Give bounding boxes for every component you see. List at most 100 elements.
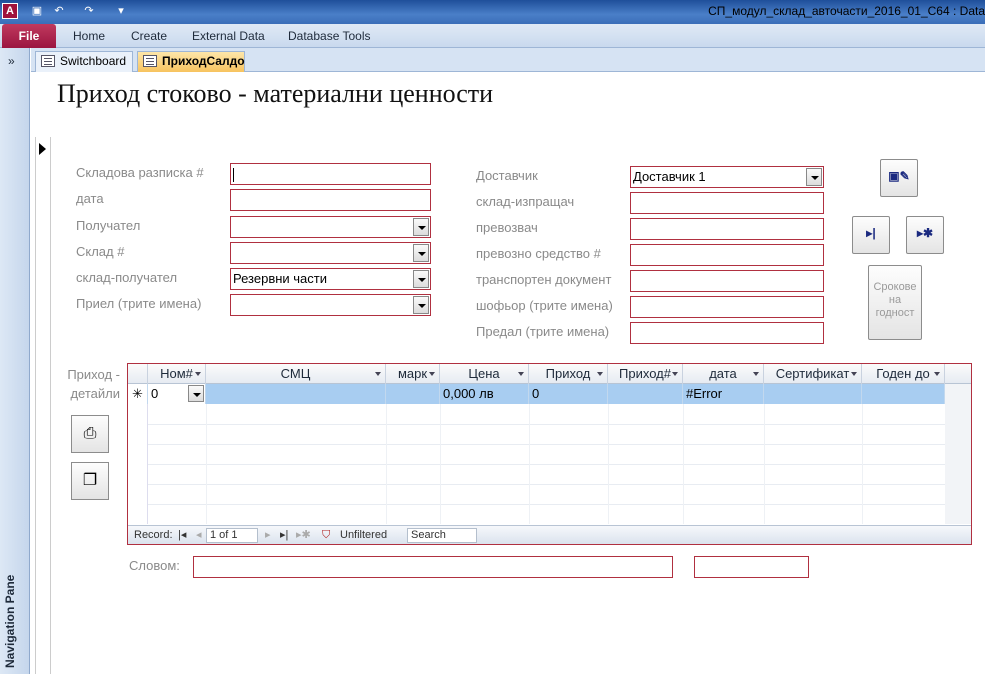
column-header-valid-until[interactable]: Годен до <box>862 364 945 384</box>
tab-database-tools[interactable]: Database Tools <box>288 24 371 48</box>
next-record-button[interactable]: ▸| <box>852 216 890 254</box>
handed-over-by-input[interactable] <box>630 322 824 344</box>
recipient-combo[interactable] <box>230 216 431 238</box>
valid-until-cell[interactable] <box>862 384 945 404</box>
dropdown-arrow-icon[interactable] <box>413 244 429 262</box>
last-record-icon[interactable]: ▸| <box>280 526 288 544</box>
dropdown-arrow-icon[interactable] <box>806 168 822 186</box>
customize-toolbar-icon[interactable]: ▾ <box>114 4 128 18</box>
previous-record-icon[interactable]: ◂ <box>196 526 202 544</box>
price-cell[interactable]: 0,000 лв <box>440 384 529 404</box>
column-header-mark[interactable]: марк <box>386 364 440 384</box>
grid-line <box>386 404 387 524</box>
smc-cell[interactable] <box>206 384 386 404</box>
expand-nav-pane-icon[interactable]: » <box>8 54 15 68</box>
expiry-dates-button[interactable]: Срокове на годност <box>868 265 922 340</box>
tab-external-data[interactable]: External Data <box>192 24 265 48</box>
column-header-smc[interactable]: СМЦ <box>206 364 386 384</box>
mark-cell[interactable] <box>386 384 440 404</box>
carrier-label: превозвач <box>476 220 538 235</box>
column-header-nom[interactable]: Ном# <box>148 364 206 384</box>
column-header-date[interactable]: дата <box>683 364 764 384</box>
current-record-icon <box>39 143 46 155</box>
vehicle-number-input[interactable] <box>630 244 824 266</box>
access-app-icon[interactable]: A <box>2 3 18 19</box>
income-cell[interactable]: 0 <box>529 384 608 404</box>
sort-arrow-icon[interactable] <box>597 372 603 376</box>
receipt-number-input[interactable] <box>230 163 431 185</box>
grid-line <box>148 464 971 465</box>
column-header-income-no[interactable]: Приход# <box>608 364 683 384</box>
next-record-icon: ▸| <box>866 226 876 240</box>
unfiltered-toggle[interactable]: Unfiltered <box>340 526 387 544</box>
search-input[interactable]: Search <box>407 528 477 543</box>
in-words-input[interactable] <box>193 556 673 578</box>
undo-icon[interactable]: ↶ <box>52 4 66 18</box>
transport-document-input[interactable] <box>630 270 824 292</box>
nom-combo[interactable]: 0 <box>148 384 206 404</box>
sort-arrow-icon[interactable] <box>429 372 435 376</box>
redo-icon[interactable]: ↷ <box>82 4 96 18</box>
sort-arrow-icon[interactable] <box>934 372 940 376</box>
sort-arrow-icon[interactable] <box>851 372 857 376</box>
dropdown-arrow-icon[interactable] <box>413 296 429 314</box>
current-record-input[interactable]: 1 of 1 <box>206 528 258 543</box>
navigation-pane-label[interactable]: Navigation Pane <box>3 548 17 668</box>
new-record-button[interactable]: ▸✱ <box>906 216 944 254</box>
tab-create[interactable]: Create <box>131 24 167 48</box>
certificate-cell[interactable] <box>764 384 862 404</box>
receiving-warehouse-combo[interactable]: Резервни части <box>230 268 431 290</box>
record-navigator: Record: |◂ ◂ 1 of 1 ▸ ▸| ▸✱ ⛉ Unfiltered… <box>128 525 971 544</box>
file-tab[interactable]: File <box>2 24 56 48</box>
date-cell[interactable]: #Error <box>683 384 764 404</box>
tab-home[interactable]: Home <box>73 24 105 48</box>
save-edit-button[interactable]: ▣✎ <box>880 159 918 197</box>
sending-warehouse-input[interactable] <box>630 192 824 214</box>
warehouse-number-combo[interactable] <box>230 242 431 264</box>
first-record-icon[interactable]: |◂ <box>178 526 186 544</box>
column-title: Приход <box>545 366 591 381</box>
tab-label: Switchboard <box>60 54 127 68</box>
dropdown-arrow-icon[interactable] <box>413 218 429 236</box>
sort-arrow-icon[interactable] <box>672 372 678 376</box>
column-header-price[interactable]: Цена <box>440 364 529 384</box>
save-icon[interactable]: ▣ <box>30 4 44 18</box>
carrier-input[interactable] <box>630 218 824 240</box>
next-record-nav-icon[interactable]: ▸ <box>265 526 271 544</box>
new-record-row[interactable]: ✳ 0 0,000 лв 0 #Error <box>128 384 971 404</box>
grid-line <box>148 484 971 485</box>
warehouse-number-label: Склад # <box>76 244 125 259</box>
supplier-combo[interactable]: Доставчик 1 <box>630 166 824 188</box>
driver-input[interactable] <box>630 296 824 318</box>
recipient-label: Получател <box>76 218 141 233</box>
form-area: Приход стоково - материални ценности Скл… <box>31 73 985 674</box>
column-title: Сертификат <box>775 366 850 381</box>
sort-arrow-icon[interactable] <box>753 372 759 376</box>
copy-button[interactable]: ❐ <box>71 462 109 500</box>
record-selector-bar[interactable] <box>35 137 51 674</box>
row-selector-column[interactable] <box>128 384 148 524</box>
sort-arrow-icon[interactable] <box>195 372 201 376</box>
received-by-combo[interactable] <box>230 294 431 316</box>
sort-arrow-icon[interactable] <box>375 372 381 376</box>
form-icon <box>41 55 55 67</box>
tab-switchboard[interactable]: Switchboard <box>35 51 133 72</box>
column-header-certificate[interactable]: Сертификат <box>764 364 862 384</box>
datasheet-empty-area <box>945 384 971 524</box>
grid-line <box>683 404 684 524</box>
extra-input[interactable] <box>694 556 809 578</box>
income-no-cell[interactable] <box>608 384 683 404</box>
vehicle-number-label: превозно средство # <box>476 246 601 261</box>
dropdown-arrow-icon[interactable] <box>188 385 204 402</box>
handed-over-by-label: Предал (трите имена) <box>476 324 610 339</box>
dropdown-arrow-icon[interactable] <box>413 270 429 288</box>
grid-line <box>148 444 971 445</box>
sort-arrow-icon[interactable] <box>518 372 524 376</box>
tab-prihodsaldo[interactable]: ПриходСалдо <box>137 51 245 72</box>
select-all-corner[interactable] <box>128 364 148 384</box>
date-input[interactable] <box>230 189 431 211</box>
new-record-nav-icon[interactable]: ▸✱ <box>296 526 311 544</box>
column-header-income[interactable]: Приход <box>529 364 608 384</box>
print-button[interactable]: ⎙ <box>71 415 109 453</box>
title-bar: A ▣ ↶ ↷ ▾ СП_модул_склад_авточасти_2016_… <box>0 0 985 24</box>
